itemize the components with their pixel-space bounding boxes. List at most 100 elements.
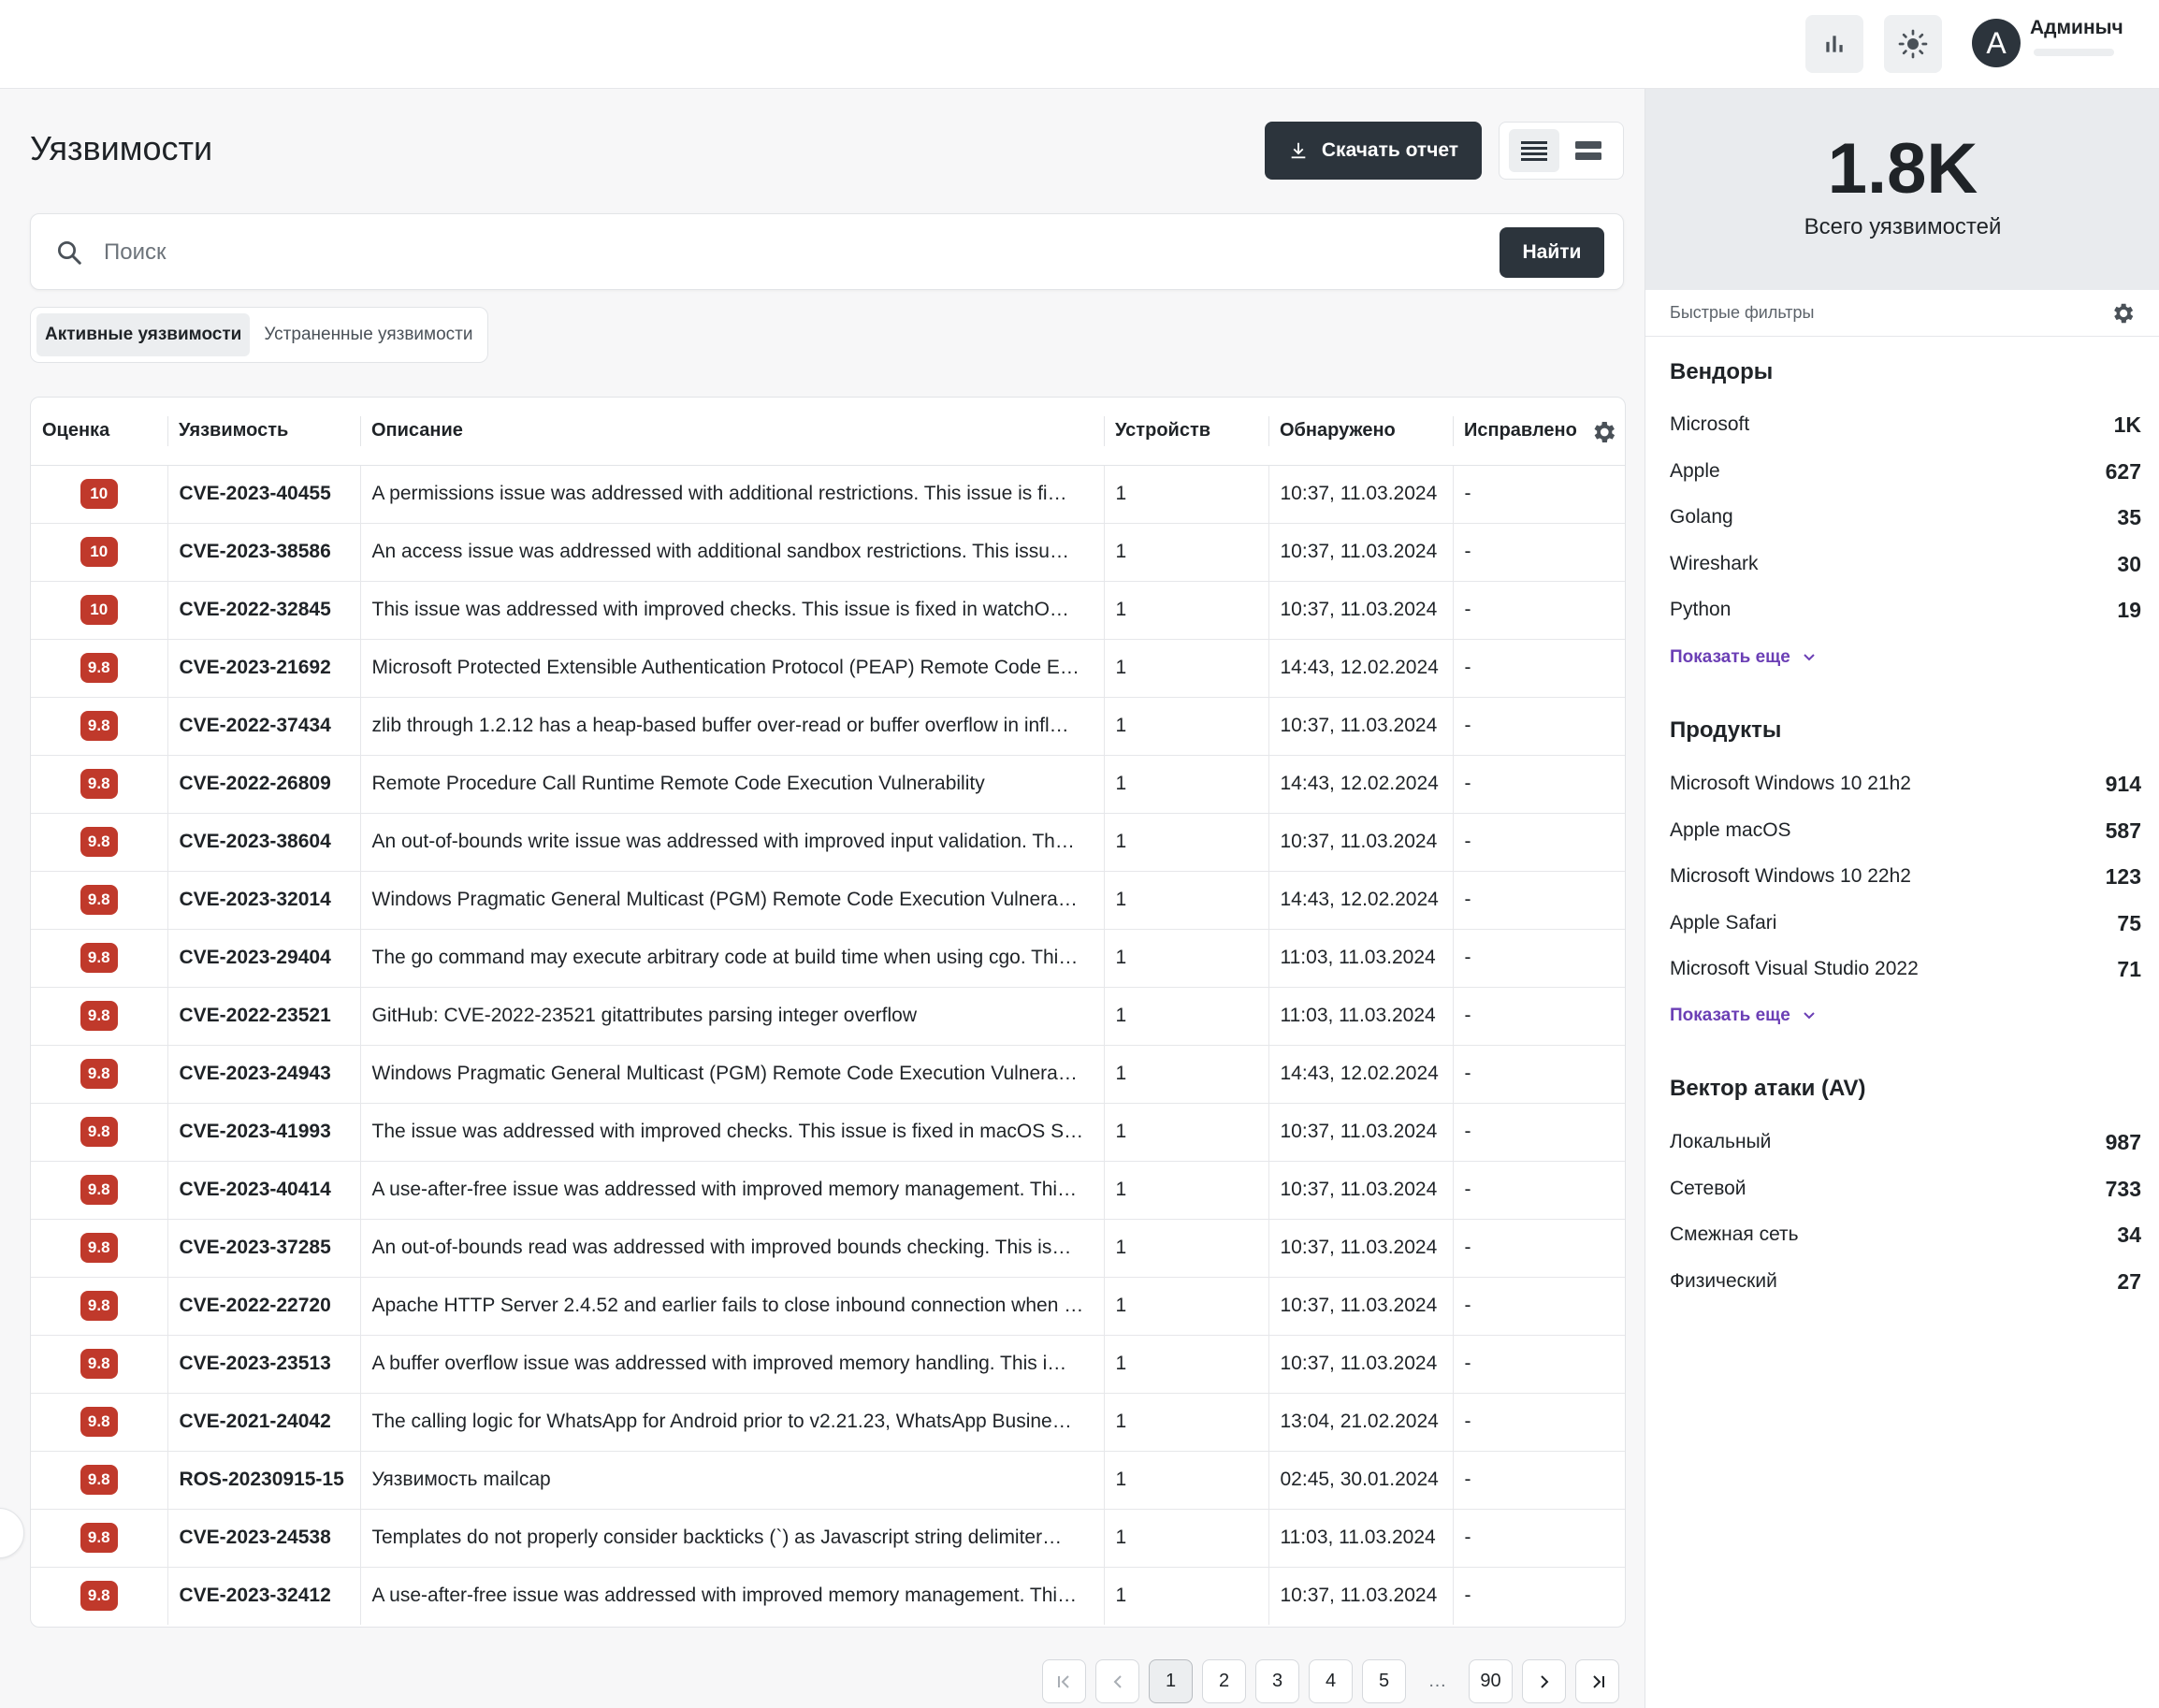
show-more-label: Показать еще [1670,1006,1790,1025]
devices-cell: 1 [1104,581,1269,640]
filter-product-visual-studio-2022[interactable]: Microsoft Visual Studio 2022 71 [1670,952,2141,986]
table-row[interactable]: 9.8 CVE-2023-23513 A buffer overflow issue… [31,1335,1625,1394]
table-row[interactable]: 9.8 CVE-2022-26809 Remote Procedure Call R… [31,755,1625,814]
devices-cell: 1 [1104,813,1269,872]
filter-vendor-python[interactable]: Python 19 [1670,593,2141,627]
sidebar-expand-handle[interactable] [0,1508,24,1558]
devices-cell: 1 [1104,929,1269,988]
page-button-1[interactable]: 1 [1149,1659,1193,1703]
table-row[interactable]: 9.8 CVE-2023-24943 Windows Pragmatic Gener… [31,1045,1625,1104]
table-settings-gear-icon[interactable] [1589,418,1617,446]
filter-count: 71 [2117,956,2141,981]
analytics-button[interactable] [1805,15,1863,73]
table-row[interactable]: 9.8 CVE-2023-32014 Windows Pragmatic Gener… [31,871,1625,930]
table-row[interactable]: 9.8 CVE-2023-40414 A use-after-free issue … [31,1161,1625,1220]
filter-name: Apple macOS [1670,819,1791,841]
previous-page-button[interactable] [1095,1659,1139,1703]
detected-cell: 10:37, 11.03.2024 [1268,1567,1454,1625]
table-row[interactable]: 10 CVE-2023-38586 An access issue was addr… [31,523,1625,582]
user-name[interactable]: Админыч [2030,17,2123,39]
table-row[interactable]: 9.8 CVE-2023-21692 Microsoft Protected Ext… [31,639,1625,698]
products-show-more-button[interactable]: Показать еще [1670,1006,1817,1026]
column-header-fixed-label: Исправлено [1464,420,1577,441]
page-button-4[interactable]: 4 [1309,1659,1353,1703]
column-header-description[interactable]: Описание [360,398,1104,466]
column-header-devices[interactable]: Устройств [1104,398,1268,466]
download-report-button[interactable]: Скачать отчет [1265,122,1482,180]
table-row[interactable]: 9.8 CVE-2023-38604 An out-of-bounds write … [31,813,1625,872]
table-row[interactable]: 10 CVE-2023-40455 A permissions issue was … [31,465,1625,524]
severity-badge: 9.8 [80,1581,118,1612]
theme-toggle-button[interactable] [1884,15,1942,73]
vendors-show-more-button[interactable]: Показать еще [1670,647,1817,668]
page-button-90[interactable]: 90 [1469,1659,1513,1703]
filter-count: 587 [2105,818,2141,843]
page-button-2[interactable]: 2 [1202,1659,1246,1703]
table-row[interactable]: 9.8 CVE-2023-41993 The issue was addressed… [31,1103,1625,1162]
page-button-5[interactable]: 5 [1362,1659,1406,1703]
table-row[interactable]: 9.8 CVE-2023-32412 A use-after-free issue … [31,1567,1625,1625]
devices-cell: 1 [1104,523,1269,582]
filter-product-apple-safari[interactable]: Apple Safari 75 [1670,906,2141,940]
table-row[interactable]: 9.8 CVE-2023-29404 The go command may exec… [31,929,1625,988]
search-input[interactable] [104,231,1039,274]
list-view-button[interactable] [1509,129,1559,172]
filter-vendor-golang[interactable]: Golang 35 [1670,500,2141,534]
fixed-cell: - [1453,929,1625,988]
table-row[interactable]: 9.8 ROS-20230915-15 Уязвимость mailcap 1 02:… [31,1451,1625,1510]
filter-product-windows-10-22h2[interactable]: Microsoft Windows 10 22h2 123 [1670,860,2141,893]
filter-vendor-apple[interactable]: Apple 627 [1670,455,2141,488]
filter-av-adjacent[interactable]: Смежная сеть 34 [1670,1218,2141,1252]
filter-vendor-wireshark[interactable]: Wireshark 30 [1670,547,2141,581]
user-avatar[interactable]: A [1972,19,2021,67]
quick-filters-header: Быстрые фильтры [1645,290,2159,337]
devices-cell: 1 [1104,1567,1269,1625]
next-page-button[interactable] [1522,1659,1566,1703]
page-button-3[interactable]: 3 [1255,1659,1299,1703]
table-row[interactable]: 9.8 CVE-2022-22720 Apache HTTP Server 2.4.… [31,1277,1625,1336]
filter-av-physical[interactable]: Физический 27 [1670,1265,2141,1298]
table-row[interactable]: 9.8 CVE-2023-37285 An out-of-bounds read w… [31,1219,1625,1278]
fixed-cell: - [1453,465,1625,524]
filter-av-local[interactable]: Локальный 987 [1670,1125,2141,1159]
severity-badge: 9.8 [80,1175,118,1205]
filter-name: Сетевой [1670,1178,1746,1199]
column-header-score[interactable]: Оценка [31,398,167,466]
filter-av-network[interactable]: Сетевой 733 [1670,1172,2141,1206]
detected-cell: 10:37, 11.03.2024 [1268,523,1454,582]
list-view-icon [1521,141,1547,161]
filter-count: 30 [2117,551,2141,576]
first-page-button[interactable] [1042,1659,1086,1703]
quick-filters-gear-icon[interactable] [2109,300,2136,326]
column-header-detected[interactable]: Обнаружено [1268,398,1453,466]
column-header-vulnerability[interactable]: Уязвимость [167,398,360,466]
last-page-button[interactable] [1575,1659,1619,1703]
table-row[interactable]: 9.8 CVE-2022-23521 GitHub: CVE-2022-23521 … [31,987,1625,1046]
vulnerabilities-table: Оценка Уязвимость Описание Устройств Обн… [30,397,1626,1628]
devices-cell: 1 [1104,1219,1269,1278]
tab-fixed-vulnerabilities[interactable]: Устраненные уязвимости [255,313,481,356]
description-cell: This issue was addressed with improved c… [360,581,1105,640]
table-row[interactable]: 9.8 CVE-2022-37434 zlib through 1.2.12 has… [31,697,1625,756]
table-row[interactable]: 9.8 CVE-2021-24042 The calling logic for W… [31,1393,1625,1452]
table-row[interactable]: 10 CVE-2022-32845 This issue was addressed… [31,581,1625,640]
table-row[interactable]: 9.8 CVE-2023-24538 Templates do not proper… [31,1509,1625,1568]
column-header-fixed[interactable]: Исправлено [1453,398,1625,466]
compact-view-icon [1575,141,1601,160]
compact-view-button[interactable] [1563,129,1614,172]
severity-badge: 9.8 [80,943,118,973]
filter-product-apple-macos[interactable]: Apple macOS 587 [1670,814,2141,847]
description-cell: A buffer overflow issue was addressed wi… [360,1335,1105,1394]
score-cell: 10 [31,523,168,582]
vulnerability-id-cell: CVE-2023-21692 [167,639,361,698]
filter-product-windows-10-21h2[interactable]: Microsoft Windows 10 21h2 914 [1670,767,2141,801]
severity-badge: 9.8 [80,1349,118,1379]
score-cell: 9.8 [31,1335,168,1394]
search-button[interactable]: Найти [1500,227,1604,278]
vulnerability-id-cell: CVE-2023-24538 [167,1509,361,1568]
detected-cell: 10:37, 11.03.2024 [1268,813,1454,872]
tab-active-vulnerabilities[interactable]: Активные уязвимости [36,313,251,356]
score-cell: 9.8 [31,813,168,872]
filter-vendor-microsoft[interactable]: Microsoft 1K [1670,408,2141,441]
filter-count: 75 [2117,910,2141,935]
